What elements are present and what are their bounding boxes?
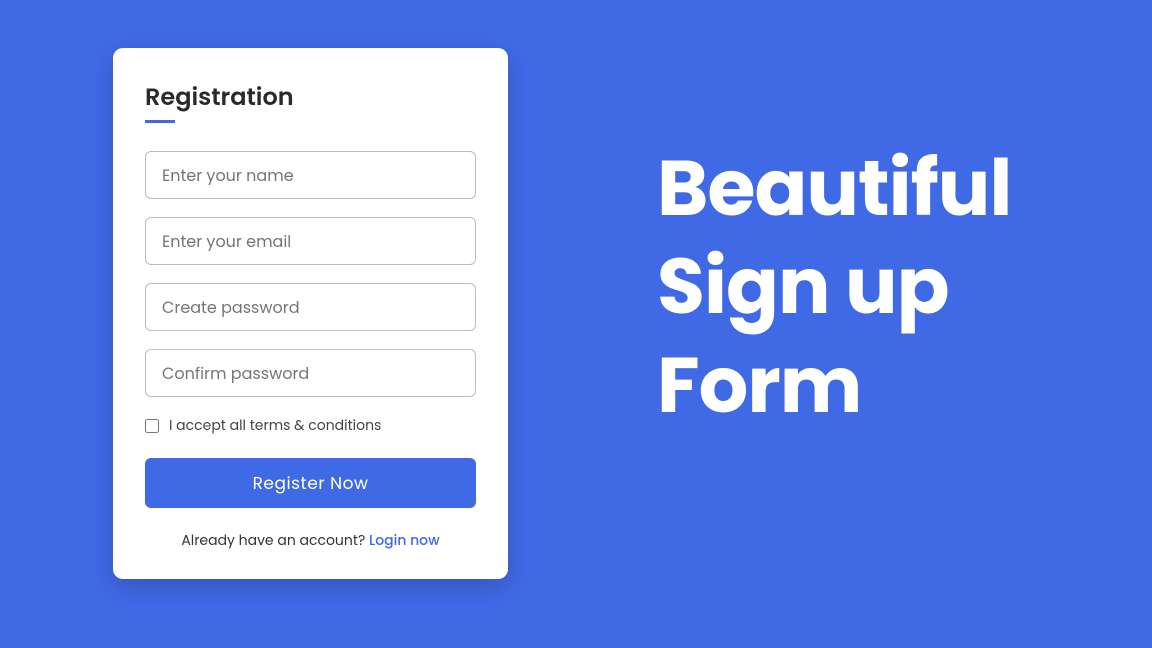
login-link[interactable]: Login now [369,530,440,550]
name-field[interactable] [145,151,476,199]
email-field[interactable] [145,217,476,265]
hero-text: Beautiful Sign up Form [657,140,1011,435]
terms-checkbox[interactable] [145,419,159,433]
hero-line-3: Form [657,337,1011,435]
hero-line-2: Sign up [657,238,1011,336]
register-button[interactable]: Register Now [145,458,476,508]
hero-line-1: Beautiful [657,140,1011,238]
form-title: Registration [145,80,294,123]
login-prompt: Already have an account? [181,530,369,550]
registration-card: Registration I accept all terms & condit… [113,48,508,579]
terms-label[interactable]: I accept all terms & conditions [169,415,381,436]
input-group [145,151,476,397]
terms-row: I accept all terms & conditions [145,415,476,436]
confirm-password-field[interactable] [145,349,476,397]
login-row: Already have an account? Login now [145,530,476,551]
password-field[interactable] [145,283,476,331]
